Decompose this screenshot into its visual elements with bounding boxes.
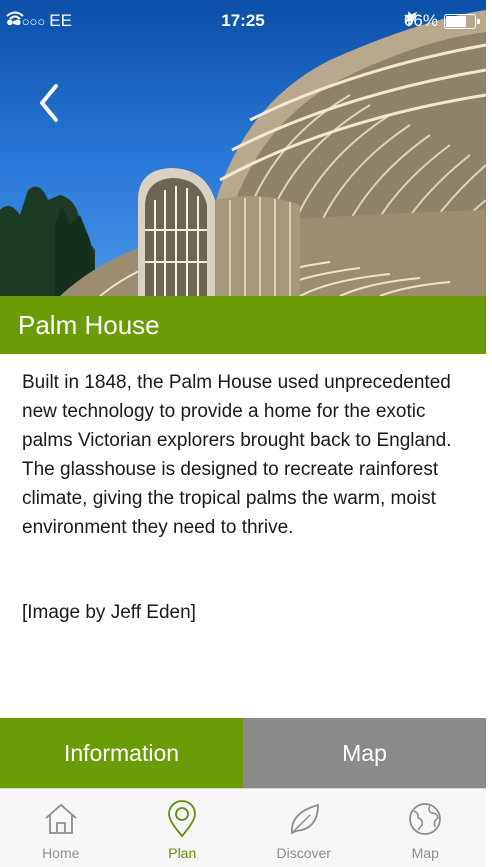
bottom-nav: Home Plan Discover Map [0,788,486,867]
nav-item-home[interactable]: Home [0,789,122,867]
tab-information[interactable]: Information [0,718,243,788]
battery-icon [444,13,480,29]
status-bar: ●●○○○ EE 17:25 66% [0,0,486,42]
nav-label-home: Home [42,845,80,861]
bluetooth-icon [404,11,414,27]
palm-house-illustration [0,10,486,296]
nav-item-plan[interactable]: Plan [122,789,244,867]
content-tabs: Information Map [0,718,486,788]
hero-image: ●●○○○ EE 17:25 66% [0,0,486,296]
right-edge [486,0,492,867]
back-button[interactable] [30,78,70,128]
tab-information-label: Information [63,739,180,766]
nav-item-discover[interactable]: Discover [243,789,365,867]
title-bar: Palm House [0,296,486,354]
nav-label-plan: Plan [168,845,197,861]
home-icon [45,803,77,834]
map-pin-icon [168,800,197,838]
page-title: Palm House [18,310,160,340]
nav-item-map[interactable]: Map [365,789,487,867]
description-text: Built in 1848, the Palm House used unpre… [22,372,452,538]
leaf-icon [290,803,319,835]
screen: ●●○○○ EE 17:25 66% Palm House Built in 1… [0,0,486,867]
image-credit: [Image by Jeff Eden] [22,602,196,623]
tab-map[interactable]: Map [243,718,486,788]
tab-map-label: Map [342,739,387,766]
nav-label-map: Map [411,845,439,861]
nav-label-discover: Discover [276,845,331,861]
globe-icon [409,803,442,835]
chevron-left-icon [40,84,58,122]
status-right: 66% [404,11,480,31]
